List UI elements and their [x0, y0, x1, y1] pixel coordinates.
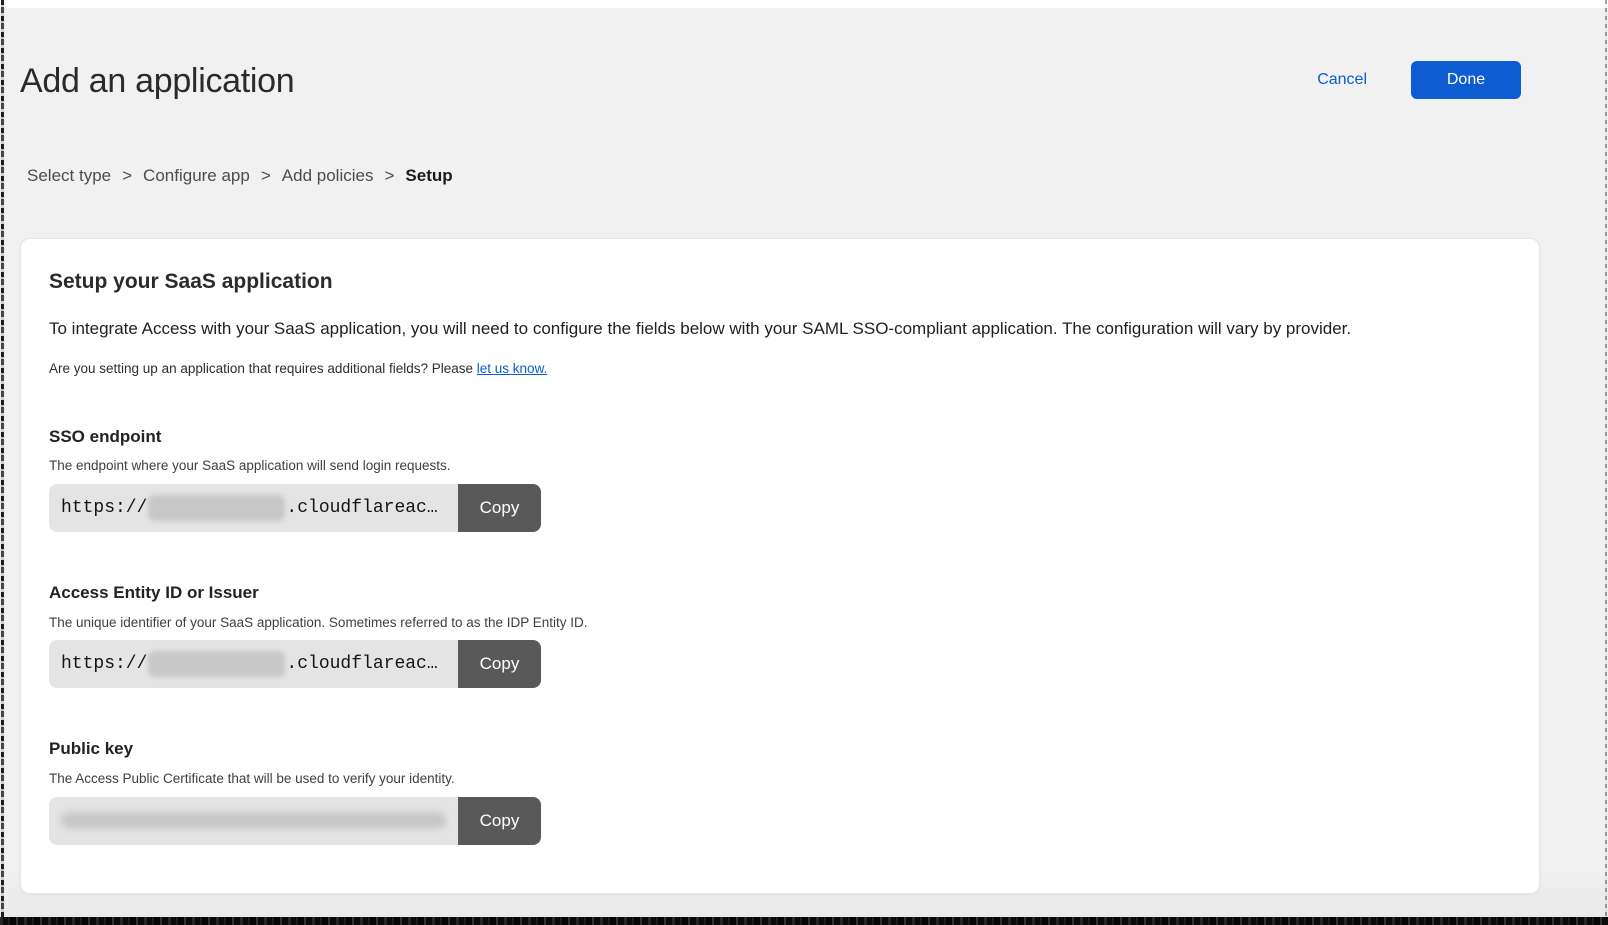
access-entity-id-value-row: https:// .cloudflareac… Copy	[49, 640, 541, 688]
sso-endpoint-value-row: https:// .cloudflareac… Copy	[49, 484, 541, 532]
note-prefix: Are you setting up an application that r…	[49, 361, 477, 376]
access-entity-id-value[interactable]: https:// .cloudflareac…	[49, 640, 458, 688]
note-text: Are you setting up an application that r…	[49, 361, 1511, 376]
screen-edge-artifact-left	[1, 0, 4, 918]
screen-edge-artifact-bottom	[0, 917, 1608, 925]
header-actions: Cancel Done	[1317, 61, 1521, 99]
breadcrumb-step-configure-app[interactable]: Configure app	[143, 166, 250, 186]
let-us-know-link[interactable]: let us know.	[477, 361, 548, 376]
value-prefix: https://	[61, 498, 147, 518]
field-public-key: Public key The Access Public Certificate…	[49, 738, 1511, 844]
breadcrumb-separator: >	[384, 166, 394, 186]
breadcrumb-step-add-policies[interactable]: Add policies	[282, 166, 374, 186]
breadcrumb-separator: >	[261, 166, 271, 186]
value-prefix: https://	[61, 654, 147, 674]
card-heading: Setup your SaaS application	[49, 269, 1511, 294]
setup-card: Setup your SaaS application To integrate…	[20, 238, 1540, 894]
copy-button-sso-endpoint[interactable]: Copy	[458, 484, 541, 532]
breadcrumb: Select type > Configure app > Add polici…	[27, 166, 453, 186]
field-sso-endpoint: SSO endpoint The endpoint where your Saa…	[49, 426, 1511, 532]
public-key-value[interactable]	[49, 797, 458, 845]
field-label-sso-endpoint: SSO endpoint	[49, 426, 1511, 447]
field-label-public-key: Public key	[49, 738, 1511, 759]
field-description-sso-endpoint: The endpoint where your SaaS application…	[49, 458, 1511, 475]
page-title: Add an application	[20, 62, 294, 101]
redacted-value-blur	[148, 651, 285, 677]
value-suffix: .cloudflareac…	[286, 654, 437, 674]
done-button[interactable]: Done	[1411, 61, 1521, 99]
copy-button-public-key[interactable]: Copy	[458, 797, 541, 845]
breadcrumb-separator: >	[122, 166, 132, 186]
intro-text: To integrate Access with your SaaS appli…	[49, 318, 1511, 341]
field-label-access-entity-id: Access Entity ID or Issuer	[49, 582, 1511, 603]
value-suffix: .cloudflareac…	[286, 498, 437, 518]
field-description-access-entity-id: The unique identifier of your SaaS appli…	[49, 615, 1511, 632]
field-description-public-key: The Access Public Certificate that will …	[49, 771, 1511, 788]
public-key-value-row: Copy	[49, 797, 541, 845]
breadcrumb-step-setup: Setup	[405, 166, 452, 186]
redacted-value-blur	[61, 812, 446, 829]
copy-button-access-entity-id[interactable]: Copy	[458, 640, 541, 688]
field-access-entity-id: Access Entity ID or Issuer The unique id…	[49, 582, 1511, 688]
breadcrumb-step-select-type[interactable]: Select type	[27, 166, 111, 186]
cancel-button[interactable]: Cancel	[1317, 71, 1367, 89]
sso-endpoint-value[interactable]: https:// .cloudflareac…	[49, 484, 458, 532]
top-edge-strip	[0, 0, 1608, 8]
screen-edge-artifact-right	[1605, 0, 1607, 918]
redacted-value-blur	[148, 495, 285, 521]
